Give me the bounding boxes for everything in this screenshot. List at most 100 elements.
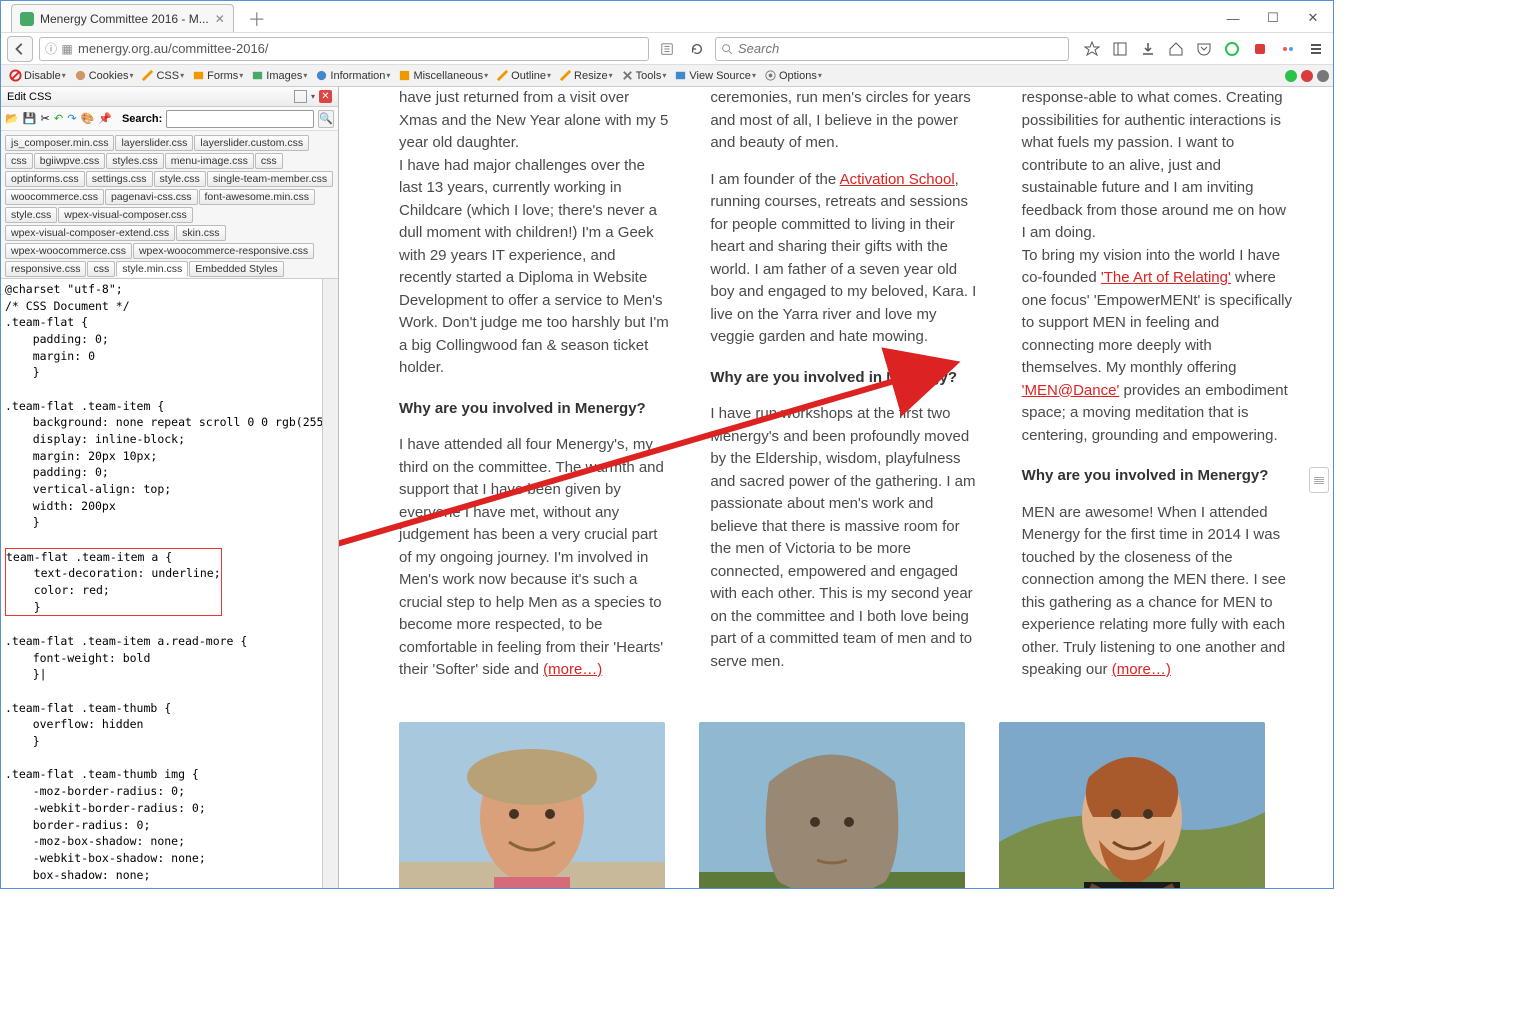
status-red-icon[interactable] [1301,70,1313,82]
css-tab[interactable]: wpex-woocommerce-responsive.css [133,243,314,259]
dev-information[interactable]: Information▾ [311,69,394,82]
css-tab[interactable]: wpex-visual-composer-extend.css [5,225,175,241]
reader-side-icon[interactable] [1309,467,1329,493]
dev-css[interactable]: CSS▾ [137,69,188,82]
css-tab[interactable]: responsive.css [5,261,86,277]
downloads-icon[interactable] [1137,38,1159,60]
back-button[interactable] [7,36,33,62]
search-field[interactable] [738,41,1064,56]
menu-icon[interactable] [1305,38,1327,60]
css-editor[interactable]: @charset "utf-8"; /* CSS Document */ .te… [1,279,322,888]
panel-close-icon[interactable]: ✕ [319,90,332,103]
dev-outline[interactable]: Outline▾ [492,69,555,82]
css-tab[interactable]: pagenavi-css.css [105,189,198,205]
dev-cookies[interactable]: Cookies▾ [70,69,138,82]
reader-mode-icon[interactable] [655,37,679,61]
css-tab[interactable]: css [5,153,33,169]
pin-icon[interactable]: 📌 [98,111,112,127]
status-green-icon[interactable] [1285,70,1297,82]
dev-misc[interactable]: Miscellaneous▾ [394,69,492,82]
bookmark-star-icon[interactable] [1081,38,1103,60]
activation-school-link[interactable]: Activation School [840,171,955,188]
extension-icon[interactable] [1277,38,1299,60]
css-tab[interactable]: style.css [5,207,57,223]
panel-dock-icon[interactable] [294,90,307,103]
minimize-button[interactable]: — [1213,4,1253,32]
css-tab[interactable]: js_composer.min.css [5,135,114,151]
sidebar-icon[interactable] [1109,38,1131,60]
dev-resize[interactable]: Resize▾ [555,69,617,82]
editor-wrap: @charset "utf-8"; /* CSS Document */ .te… [1,279,338,888]
color-icon[interactable]: 🎨 [81,111,95,127]
read-more-link[interactable]: (more…) [1112,661,1171,678]
css-tab[interactable]: layerslider.custom.css [194,135,309,151]
team-photo-3[interactable] [999,722,1265,889]
dev-images[interactable]: Images▾ [247,69,311,82]
art-of-relating-link[interactable]: 'The Art of Relating' [1101,269,1231,286]
highlighted-rule: team-flat .team-item a { text-decoration… [5,548,222,617]
css-tab[interactable]: layerslider.css [115,135,193,151]
css-tab[interactable]: wpex-visual-composer.css [58,207,193,223]
home-icon[interactable] [1165,38,1187,60]
css-tab[interactable]: style.min.css [116,261,188,277]
redo-icon[interactable]: ↷ [67,111,76,127]
save-icon[interactable]: 💾 [23,111,37,127]
css-search-field[interactable] [166,110,314,128]
dev-disable[interactable]: Disable▾ [5,69,70,82]
team-photos-row [399,722,1293,889]
css-tab[interactable]: skin.css [176,225,225,241]
css-tab[interactable]: styles.css [106,153,164,169]
css-tab[interactable]: optinforms.css [5,171,85,187]
favicon [20,12,34,26]
css-tab[interactable]: Embedded Styles [189,261,283,277]
search-box[interactable] [715,37,1069,61]
open-icon[interactable]: 📂 [5,111,19,127]
window-controls: — ☐ ✕ [1213,4,1333,32]
url-field[interactable] [78,41,644,56]
team-photo-1[interactable] [399,722,665,889]
css-tab[interactable]: font-awesome.min.css [199,189,315,205]
css-tab[interactable]: single-team-member.css [207,171,333,187]
close-button[interactable]: ✕ [1293,4,1333,32]
editcss-toolbar: 📂 💾 ✂ ↶ ↷ 🎨 📌 Search: 🔍 [1,107,338,131]
tab-close-icon[interactable]: ✕ [215,12,225,26]
column-2: ceremonies, run men's circles for years … [710,87,981,682]
search-icon [720,42,734,56]
css-tab[interactable]: wpex-woocommerce.css [5,243,132,259]
browser-tab[interactable]: Menergy Committee 2016 - M... ✕ [11,4,234,32]
extension-red-icon[interactable] [1249,38,1271,60]
pocket-icon[interactable] [1193,38,1215,60]
editcss-header: Edit CSS ▾ ✕ [1,87,338,107]
css-tab[interactable]: settings.css [86,171,153,187]
page-content[interactable]: have just returned from a visit over Xma… [339,87,1333,888]
css-tab[interactable]: style.css [154,171,206,187]
column-3: response-able to what comes. Creating po… [1022,87,1293,682]
dev-viewsource[interactable]: View Source▾ [670,69,760,82]
maximize-button[interactable]: ☐ [1253,4,1293,32]
panel-menu-icon[interactable]: ▾ [311,92,315,101]
men-at-dance-link[interactable]: 'MEN@Dance' [1022,382,1120,399]
permissions-icon[interactable]: ▦ [60,42,74,56]
reload-button[interactable] [685,37,709,61]
identity-icon[interactable]: ⓘ [44,40,58,57]
cut-icon[interactable]: ✂ [40,111,49,127]
css-tab[interactable]: css [87,261,115,277]
css-search-button[interactable]: 🔍 [318,110,334,128]
col2-heading: Why are you involved in Menergy? [710,367,981,390]
dev-forms[interactable]: Forms▾ [188,69,247,82]
css-tab[interactable]: woocommerce.css [5,189,104,205]
editor-scrollbar[interactable] [322,279,338,888]
new-tab-button[interactable]: ＋ [242,6,272,32]
undo-icon[interactable]: ↶ [54,111,63,127]
dev-tools[interactable]: Tools▾ [617,69,671,82]
css-tab[interactable]: bgiiwpve.css [34,153,106,169]
url-input-wrapper[interactable]: ⓘ ▦ [39,37,649,61]
css-tab[interactable]: css [255,153,283,169]
css-tab[interactable]: menu-image.css [165,153,254,169]
team-photo-2[interactable] [699,722,965,889]
col1-heading: Why are you involved in Menergy? [399,398,670,421]
dev-options[interactable]: Options▾ [760,69,826,82]
status-grey-icon[interactable] [1317,70,1329,82]
extension-green-icon[interactable] [1221,38,1243,60]
read-more-link[interactable]: (more…) [543,661,602,678]
